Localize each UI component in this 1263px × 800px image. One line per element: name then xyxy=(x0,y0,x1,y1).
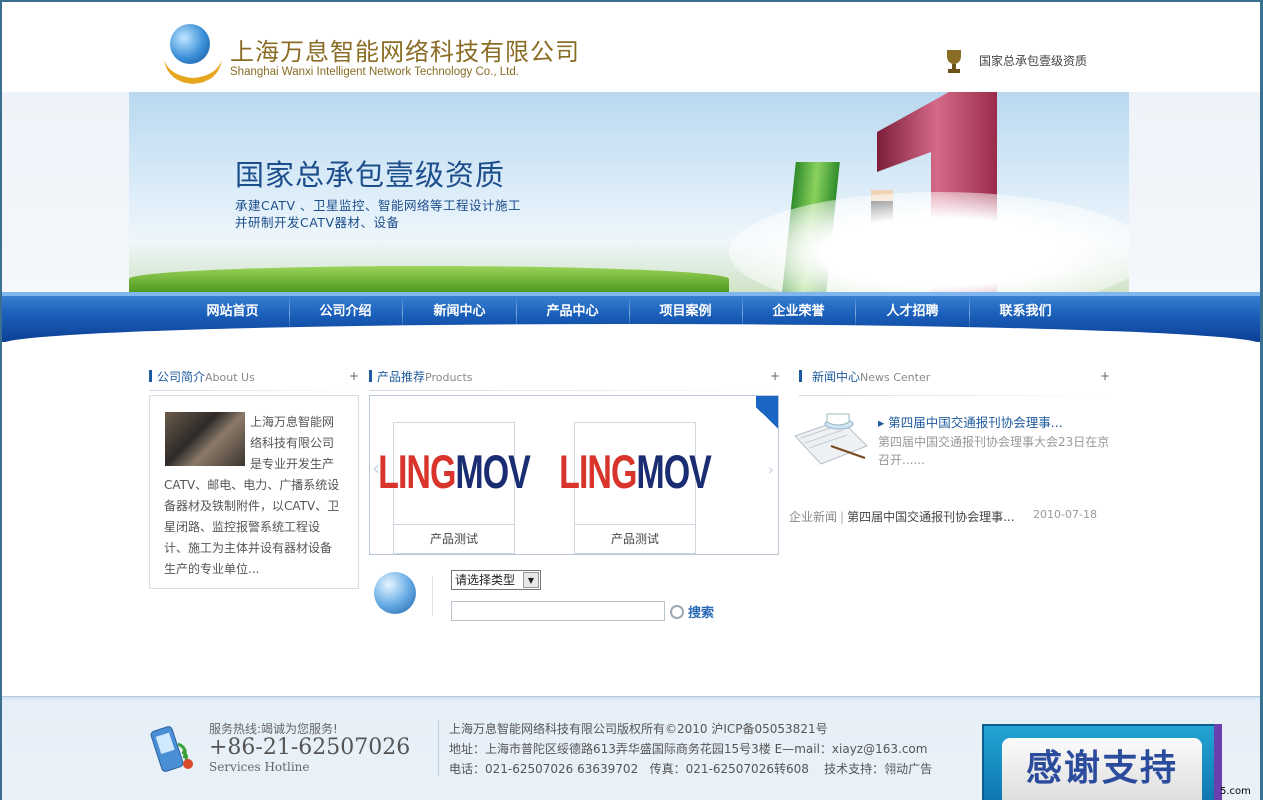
section-divider xyxy=(369,390,779,391)
search-button[interactable]: 搜索 xyxy=(670,602,714,622)
products-title: 产品推荐Products xyxy=(369,368,473,386)
banner-line-2: 并研制开发CATV器材、设备 xyxy=(235,215,400,230)
browser-viewport: 上海万息智能网络科技有限公司 Shanghai Wanxi Intelligen… xyxy=(0,0,1263,800)
product-image[interactable]: LINGMOV xyxy=(378,423,531,525)
footer-address: 地址：上海市普陀区绥德路613弄华盛国际商务花园15号3楼 E—mail：xia… xyxy=(449,742,928,756)
news-summary: 第四届中国交通报刊协会理事大会23日在京召开...... xyxy=(878,435,1110,467)
title-bar xyxy=(799,370,802,382)
products-more-button[interactable]: + xyxy=(770,369,780,383)
title-bar xyxy=(149,370,152,382)
product-caption[interactable]: 产品测试 xyxy=(394,527,514,551)
banner-grass xyxy=(129,266,729,292)
news-more-button[interactable]: + xyxy=(1100,369,1110,383)
type-select[interactable]: 请选择类型 ▼ xyxy=(451,570,541,590)
news-item-date: 2010-07-18 xyxy=(1033,508,1097,521)
news-title-cn: 新闻中心 xyxy=(812,370,861,384)
product-logo: LINGMOV xyxy=(378,446,531,500)
thanks-text: 感谢支持 xyxy=(1002,738,1202,800)
footer-divider xyxy=(438,720,439,776)
site-header: 上海万息智能网络科技有限公司 Shanghai Wanxi Intelligen… xyxy=(2,2,1260,92)
news-item-title[interactable]: 第四届中国交通报刊协会理事... xyxy=(847,510,1014,524)
products-carousel: ‹ › LINGMOV 产品测试 LINGMOV 产品测试 xyxy=(369,395,779,555)
phone-icon xyxy=(150,726,193,772)
search-input[interactable] xyxy=(451,601,665,621)
search-divider xyxy=(432,576,433,616)
products-title-en: Products xyxy=(425,371,473,384)
trophy-icon xyxy=(947,50,961,73)
about-box: 上海万息智能网络科技有限公司是专业开发生产CATV、邮电、电力、广播系统设备器材… xyxy=(149,395,359,589)
news-headline-link[interactable]: ▸ 第四届中国交通报刊协会理事... xyxy=(878,412,1063,431)
product-image[interactable]: LINGMOV xyxy=(559,423,712,525)
product-caption[interactable]: 产品测试 xyxy=(575,527,695,551)
carousel-next-icon[interactable]: › xyxy=(768,460,774,479)
search-globe-icon xyxy=(374,572,416,614)
hands-logo-icon xyxy=(164,60,222,84)
banner-title: 国家总承包壹级资质 xyxy=(235,158,506,192)
company-name-cn: 上海万息智能网络科技有限公司 xyxy=(230,38,580,66)
hotline-en: Services Hotline xyxy=(209,760,310,774)
product-card[interactable]: LINGMOV 产品测试 xyxy=(559,422,712,554)
qualification-text: 国家总承包壹级资质 xyxy=(979,54,1088,68)
hero-banner: 国家总承包壹级资质 承建CATV 、卫星监控、智能网络等工程设计施工 并研制开发… xyxy=(2,92,1260,292)
about-title-cn: 公司简介 xyxy=(157,370,206,384)
chevron-down-icon[interactable]: ▼ xyxy=(523,572,539,588)
product-logo: LINGMOV xyxy=(559,446,712,500)
section-divider xyxy=(799,395,1109,396)
arrow-right-icon: ▸ xyxy=(878,415,889,430)
about-title-en: About Us xyxy=(205,371,255,384)
news-separator: | xyxy=(840,510,845,524)
footer-contact: 电话：021-62507026 63639702 传真：021-62507026… xyxy=(449,762,933,776)
search-button-label: 搜索 xyxy=(688,606,715,621)
about-text-wrap: 上海万息智能网络科技有限公司是专业开发生产CATV、邮电、电力、广播系统设备器材… xyxy=(164,412,342,580)
search-icon xyxy=(670,605,684,619)
hotline-phone: +86-21-62507026 xyxy=(209,735,411,760)
footer-copyright: 上海万息智能网络科技有限公司版权所有©2010 沪ICP备05053821号 xyxy=(449,722,828,736)
banner-image: 国家总承包壹级资质 承建CATV 、卫星监控、智能网络等工程设计施工 并研制开发… xyxy=(129,92,1129,292)
corner-decoration xyxy=(756,396,778,440)
news-title: 新闻中心News Center xyxy=(799,368,930,386)
company-name-en: Shanghai Wanxi Intelligent Network Techn… xyxy=(230,66,519,78)
product-card[interactable]: LINGMOV 产品测试 xyxy=(378,422,531,554)
thanks-overlay: 感谢支持 xyxy=(982,724,1220,800)
title-bar xyxy=(369,370,372,382)
news-list-item: 企业新闻 | 第四届中国交通报刊协会理事... 2010-07-18 xyxy=(789,508,1109,525)
news-category[interactable]: 企业新闻 xyxy=(789,510,837,524)
about-more-button[interactable]: + xyxy=(349,369,359,383)
newspaper-coffee-icon xyxy=(794,413,868,465)
news-title-en: News Center xyxy=(860,371,931,384)
type-select-value: 请选择类型 xyxy=(455,573,516,587)
section-divider xyxy=(149,390,359,391)
products-title-cn: 产品推荐 xyxy=(377,370,426,384)
about-title: 公司简介About Us xyxy=(149,368,255,386)
banner-cloud xyxy=(729,192,1129,292)
watermark: 5.com xyxy=(1220,786,1251,797)
news-headline: 第四届中国交通报刊协会理事... xyxy=(888,415,1063,430)
